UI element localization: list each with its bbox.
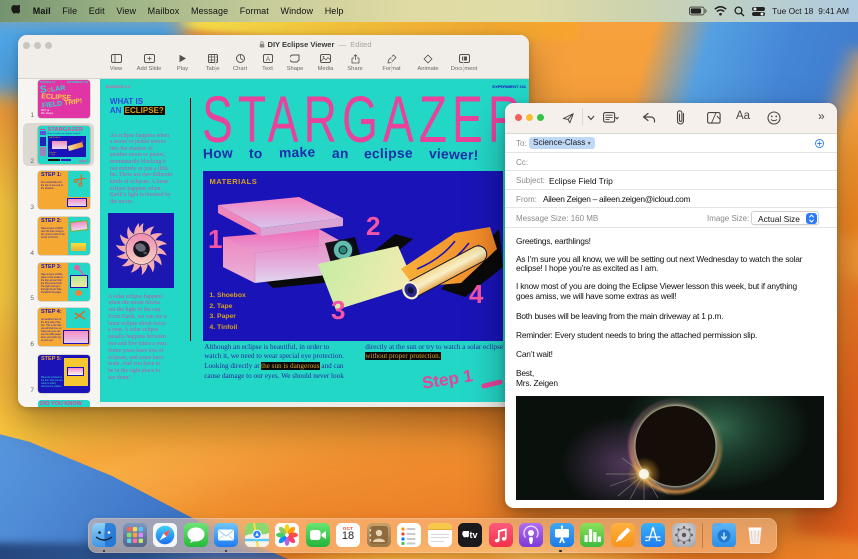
svg-text:1: 1	[208, 224, 222, 254]
svg-text:4: 4	[469, 279, 484, 309]
svg-text:3: 3	[331, 295, 345, 325]
svg-text:2: 2	[366, 211, 380, 241]
svg-text:A: A	[265, 57, 269, 63]
